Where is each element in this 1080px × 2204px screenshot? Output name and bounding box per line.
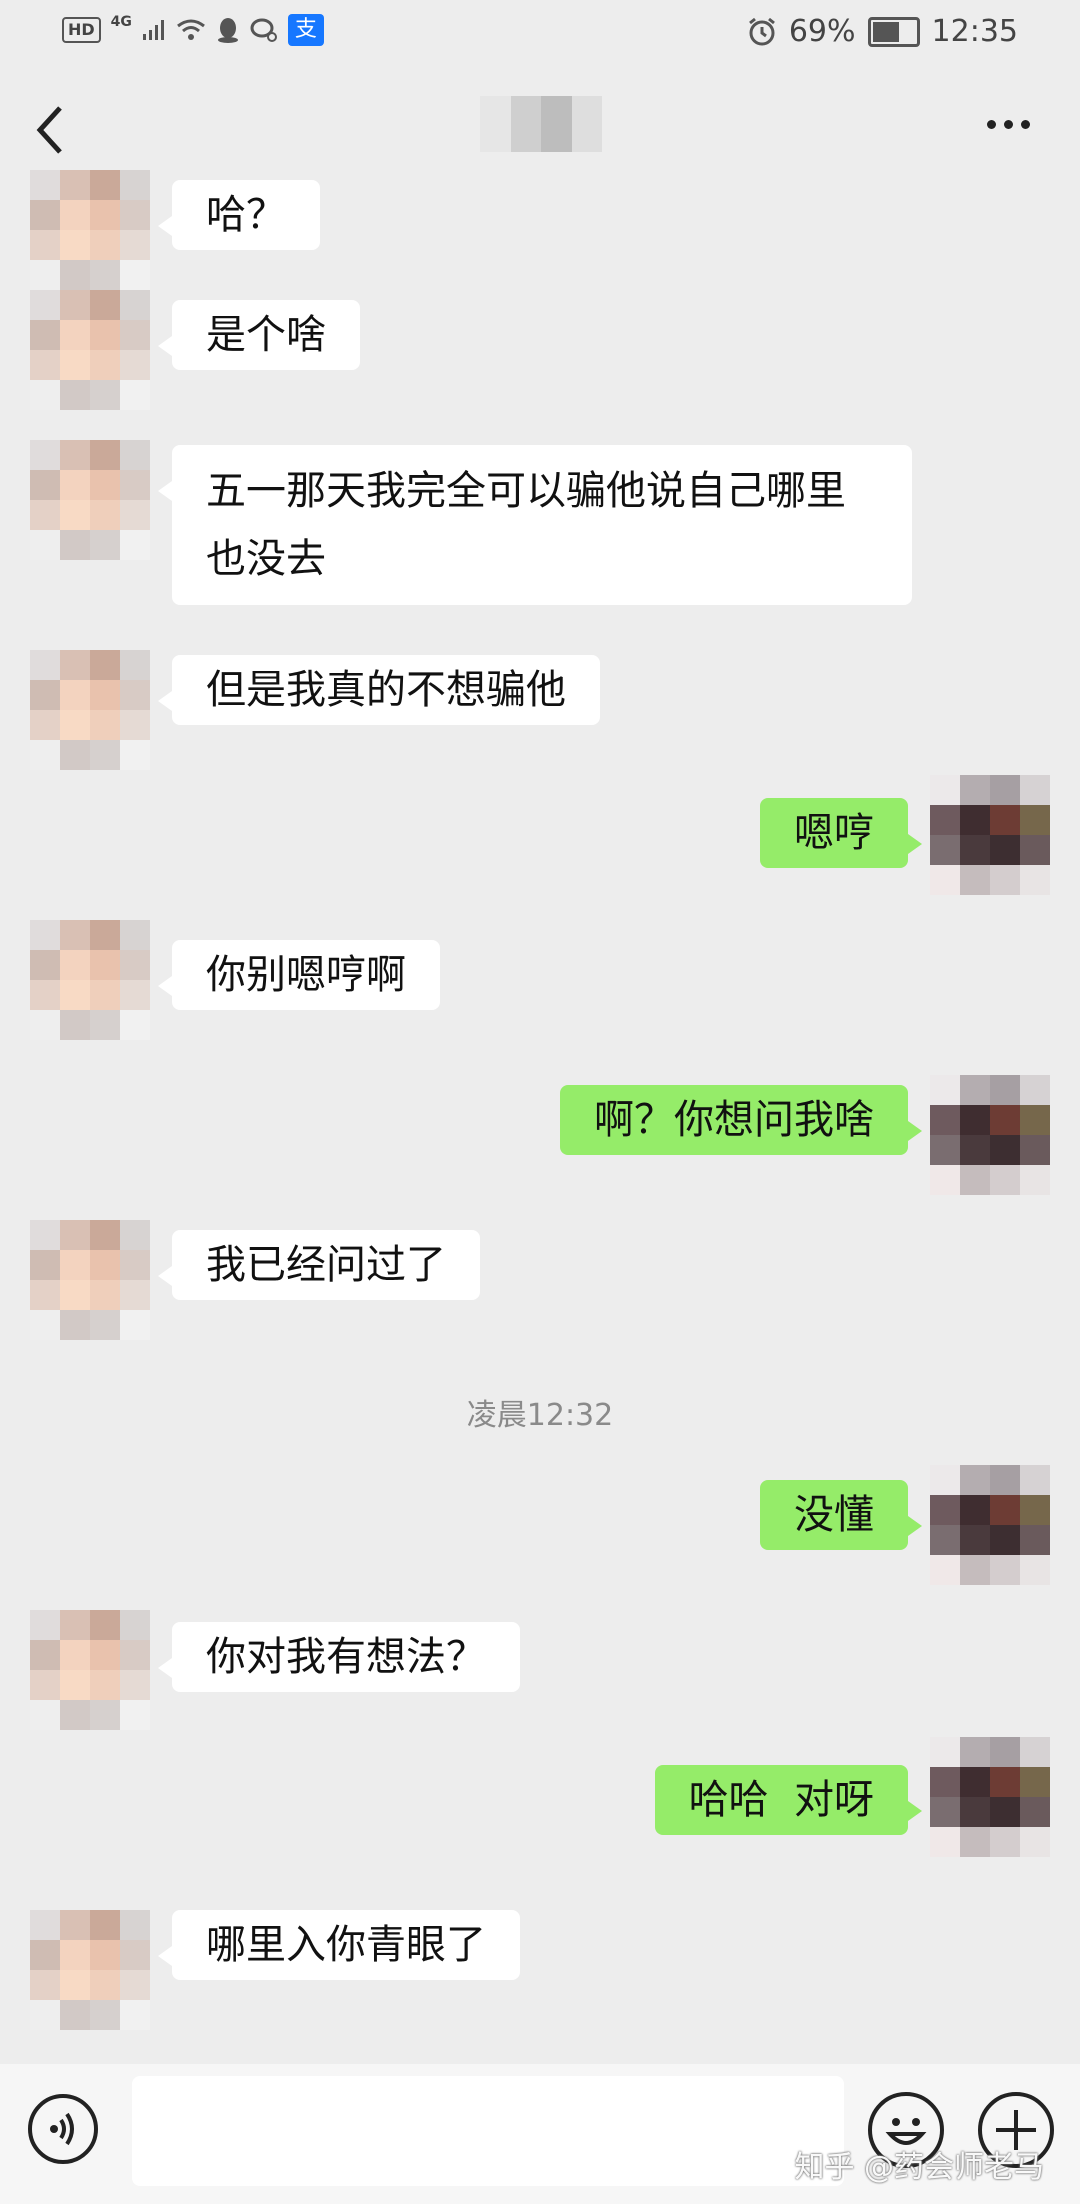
my-avatar[interactable] [930, 1075, 1050, 1195]
outgoing-message-bubble[interactable]: 啊？你想问我啥 [560, 1085, 922, 1155]
alarm-icon [748, 17, 775, 45]
incoming-message-bubble[interactable]: 五一那天我完全可以骗他说自己哪里也没去 [158, 445, 912, 605]
voice-icon[interactable] [28, 2094, 98, 2164]
contact-avatar[interactable] [30, 440, 150, 560]
signal-bars-icon [142, 20, 164, 40]
status-bar: HD 4G 支 69% 12:35 [0, 0, 1080, 70]
incoming-message-bubble[interactable]: 哪里入你青眼了 [158, 1910, 520, 1980]
contact-avatar[interactable] [30, 1220, 150, 1340]
contact-avatar[interactable] [30, 920, 150, 1040]
battery-fill [872, 21, 899, 42]
incoming-message-bubble[interactable]: 我已经问过了 [158, 1230, 480, 1300]
timestamp: 凌晨12:32 [466, 1398, 614, 1433]
alipay-icon: 支 [287, 14, 324, 46]
my-avatar[interactable] [930, 1737, 1050, 1857]
status-right: 69% 12:35 [747, 14, 1018, 49]
incoming-message-bubble[interactable]: 你对我有想法？ [158, 1622, 520, 1692]
battery-percent: 69% [788, 14, 856, 49]
qq-icon [217, 18, 238, 43]
outgoing-message-bubble[interactable]: 嗯哼 [760, 798, 922, 868]
my-avatar[interactable] [930, 775, 1050, 895]
wifi-icon [176, 19, 205, 40]
more-dots-icon[interactable] [987, 120, 1030, 129]
contact-avatar[interactable] [30, 1910, 150, 2030]
contact-name-blurred [480, 96, 602, 152]
clock: 12:35 [931, 14, 1018, 49]
hd-icon: HD [62, 17, 101, 43]
my-avatar[interactable] [930, 1465, 1050, 1585]
chat-icon [250, 18, 277, 42]
incoming-message-bubble[interactable]: 你别嗯哼啊 [158, 940, 440, 1010]
contact-avatar[interactable] [30, 1610, 150, 1730]
contact-avatar[interactable] [30, 170, 150, 290]
watermark: 知乎 @药会师老马 [794, 2150, 1044, 2185]
incoming-message-bubble[interactable]: 哈？ [158, 180, 320, 250]
chevron-left-icon[interactable] [30, 100, 70, 160]
battery-icon [867, 16, 920, 47]
input-bar: 知乎 @药会师老马 [0, 2064, 1080, 2204]
contact-avatar[interactable] [30, 290, 150, 410]
message-input[interactable] [132, 2076, 844, 2186]
status-left-icons: HD 4G 支 [62, 14, 324, 46]
chat-header [0, 70, 1080, 190]
incoming-message-bubble[interactable]: 但是我真的不想骗他 [158, 655, 600, 725]
signal-icon: 4G [110, 14, 132, 30]
contact-avatar[interactable] [30, 650, 150, 770]
incoming-message-bubble[interactable]: 是个啥 [158, 300, 360, 370]
outgoing-message-bubble[interactable]: 哈哈 对呀 [654, 1765, 923, 1835]
outgoing-message-bubble[interactable]: 没懂 [760, 1480, 922, 1550]
